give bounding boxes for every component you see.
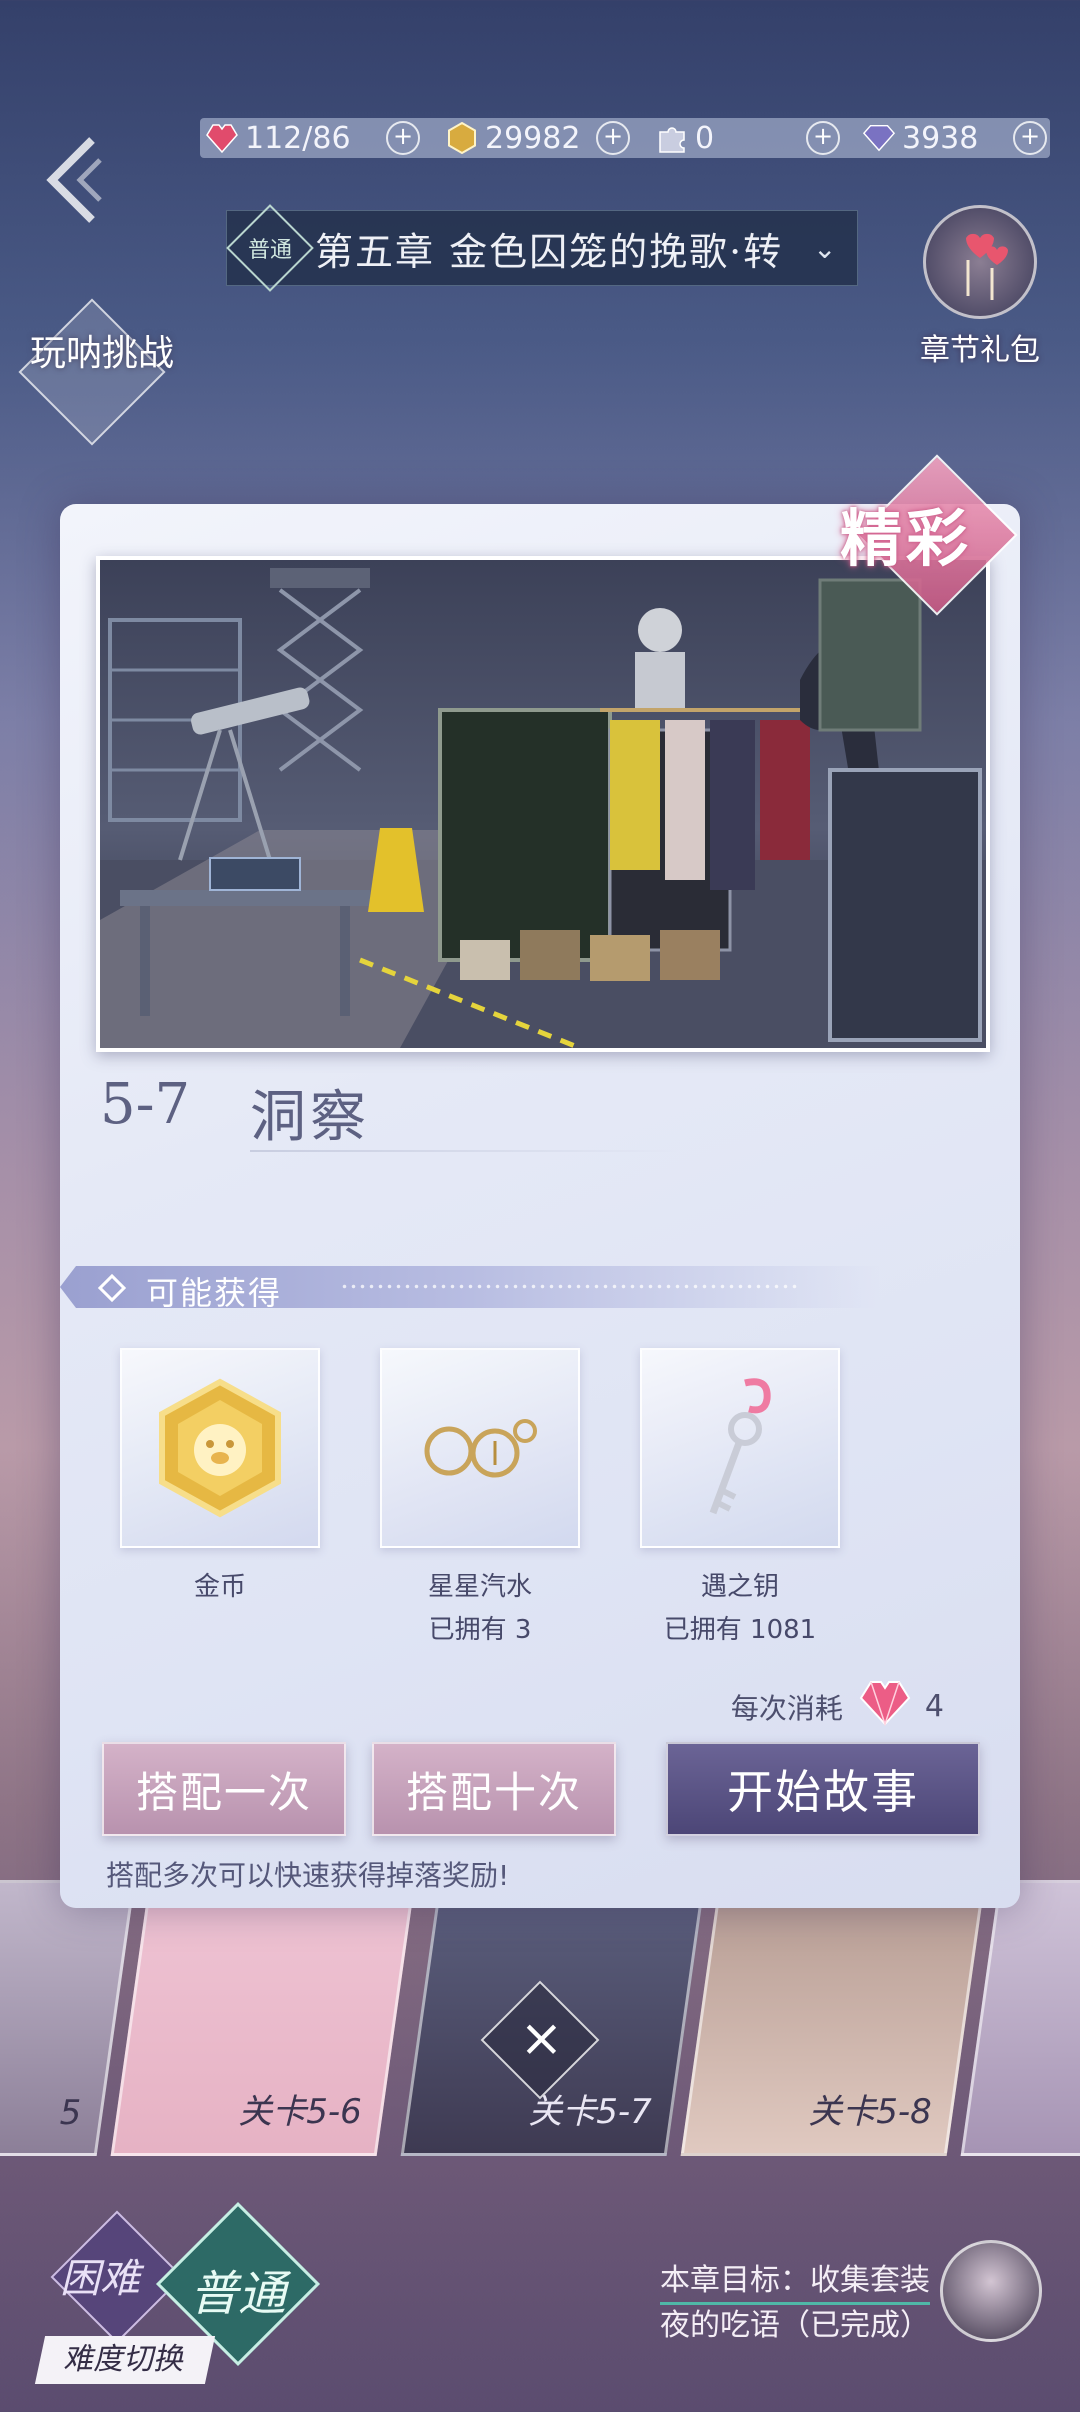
reward-name: 星星汽水 — [427, 1572, 532, 1602]
chevron-down-icon: ⌄ — [813, 231, 837, 265]
dotted-decoration — [340, 1282, 800, 1292]
match-once-button[interactable]: 搭配一次 — [102, 1742, 346, 1836]
reward-owned: 已拥有 1081 — [663, 1615, 817, 1645]
normal-mode-badge: 普通 — [226, 204, 314, 292]
goal-detail: 夜的吃语（已完成） — [660, 2308, 930, 2343]
puzzle-counter: 0 + — [655, 118, 840, 158]
possible-rewards-header: 可能获得 — [60, 1266, 880, 1308]
stage-label: 关卡5-8 — [808, 2092, 933, 2132]
cost-value: 4 — [924, 1689, 944, 1724]
back-arrow-icon — [46, 137, 102, 223]
add-stamina-button[interactable]: + — [386, 121, 420, 155]
reward-box — [380, 1348, 580, 1548]
heart-gem-icon — [205, 121, 239, 155]
normal-label: 普通 — [190, 2266, 287, 2322]
match-ten-button[interactable]: 搭配十次 — [372, 1742, 616, 1836]
level-name-divider — [250, 1150, 680, 1152]
coin-counter: 29982 + — [445, 118, 630, 158]
flamingo-key-icon — [709, 1378, 771, 1515]
hard-label: 困难 — [60, 2256, 140, 2302]
reward-box — [640, 1348, 840, 1548]
level-scene-image — [96, 556, 990, 1052]
stage-label: 关卡5-6 — [238, 2092, 363, 2132]
reward-owned: 已拥有 3 — [428, 1615, 532, 1645]
difficulty-switch-label: 难度切换 — [34, 2336, 216, 2384]
cost-per-play: 每次消耗 4 — [731, 1680, 944, 1733]
difficulty-switch[interactable]: 困难 普通 难度切换 — [34, 2201, 340, 2390]
match-hint: 搭配多次可以快速获得掉落奖励! — [106, 1859, 510, 1892]
stage-card-5-5[interactable]: 5 — [0, 1880, 136, 2156]
highlight-badge: 精彩 — [820, 454, 1030, 616]
stamina-value: 112/86 — [245, 120, 351, 156]
coin-icon — [445, 121, 479, 155]
start-story-button[interactable]: 开始故事 — [666, 1742, 980, 1836]
challenge-button[interactable]: 玩呐挑战 — [18, 298, 174, 446]
challenge-label: 玩呐挑战 — [30, 333, 175, 374]
level-number: 5-7 — [100, 1072, 191, 1137]
stage-label: 5 — [60, 2093, 82, 2133]
reward-name: 金币 — [193, 1572, 246, 1602]
highlight-badge-text: 精彩 — [840, 502, 973, 575]
diamond-icon — [862, 121, 896, 155]
gold-coin-icon — [159, 1378, 281, 1518]
possible-rewards-title: 可能获得 — [146, 1274, 283, 1312]
stage-card-5-8[interactable]: 关卡5-8 — [680, 1880, 986, 2156]
heart-gem-icon — [859, 1680, 911, 1733]
chapter-gift-button[interactable]: 章节礼包 — [920, 205, 1040, 368]
reward-item-key[interactable]: 遇之钥 已拥有 1081 — [640, 1348, 840, 1646]
stamina-counter: 112/86 + — [205, 118, 420, 158]
diamond-counter: 3938 + — [862, 118, 1047, 158]
gift-icon — [923, 205, 1037, 319]
goal-title: 本章目标：收集套装 — [660, 2260, 930, 2305]
close-icon: × — [519, 2008, 564, 2069]
diamond-bullet-icon — [97, 1273, 127, 1303]
stage-card-5-6[interactable]: 关卡5-6 — [110, 1880, 416, 2156]
puzzle-value: 0 — [695, 120, 715, 156]
chapter-selector[interactable]: 普通 第五章 金色囚笼的挽歌·转 ⌄ — [226, 204, 858, 292]
reward-name: 遇之钥 — [700, 1572, 779, 1602]
reward-box — [120, 1348, 320, 1548]
puzzle-piece-icon — [655, 121, 689, 155]
back-button[interactable] — [40, 130, 110, 230]
add-diamond-button[interactable]: + — [1013, 121, 1047, 155]
reward-item-coin[interactable]: 金币 — [120, 1348, 320, 1609]
backstage-scene-illustration — [100, 560, 986, 1048]
chapter-gift-label: 章节礼包 — [920, 333, 1040, 368]
level-detail-dialog: 精彩 5-7 洞察 可能获得 金币 星星汽水 已拥有 3 遇之钥 已拥有 108… — [60, 454, 1020, 1908]
chapter-title: 第五章 金色囚笼的挽歌·转 — [315, 229, 784, 274]
coin-value: 29982 — [485, 120, 581, 156]
add-puzzle-button[interactable]: + — [806, 121, 840, 155]
chapter-goal[interactable]: 本章目标：收集套装 夜的吃语（已完成） — [660, 2260, 930, 2347]
add-coin-button[interactable]: + — [596, 121, 630, 155]
level-name: 洞察 — [250, 1085, 370, 1150]
star-soda-icon — [424, 1419, 537, 1478]
outfit-avatar[interactable] — [940, 2240, 1042, 2342]
cost-label: 每次消耗 — [730, 1691, 843, 1725]
reward-item-star-soda[interactable]: 星星汽水 已拥有 3 — [380, 1348, 580, 1646]
diamond-value: 3938 — [902, 120, 979, 156]
